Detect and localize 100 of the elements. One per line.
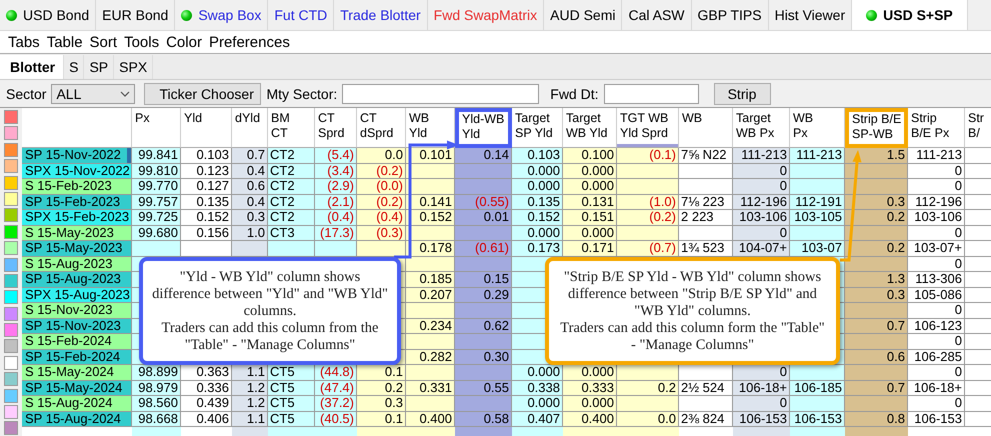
color-swatch[interactable] — [4, 258, 18, 272]
row-label[interactable]: SP 15-Aug-2024 — [22, 412, 132, 427]
color-swatch[interactable] — [4, 339, 18, 354]
column-header[interactable]: CT dSprd — [357, 108, 406, 148]
column-header[interactable]: dYld — [232, 108, 268, 148]
color-swatch[interactable] — [4, 323, 18, 338]
row-label[interactable]: SPX 15-Nov-2022 — [22, 164, 132, 179]
table-cell — [406, 365, 455, 380]
menu-item[interactable]: Tabs — [8, 34, 40, 50]
color-swatch[interactable] — [4, 274, 18, 288]
color-swatch[interactable] — [4, 176, 18, 190]
sector-dropdown[interactable]: ALL — [51, 84, 136, 104]
ticker-chooser-button[interactable]: Ticker Chooser — [144, 82, 262, 104]
row-label[interactable]: SPX 15-Feb-2023 — [22, 210, 132, 226]
table-cell: 0.152 — [512, 210, 563, 226]
color-swatch[interactable] — [4, 372, 18, 386]
table-cell: (2.1) — [315, 194, 357, 210]
color-swatch[interactable] — [4, 421, 18, 436]
color-swatch[interactable] — [4, 405, 18, 420]
table-cell: 0.123 — [181, 164, 232, 179]
table-cell — [455, 226, 512, 241]
row-label[interactable]: S 15-Aug-2023 — [22, 256, 132, 272]
table-cell: 103-07 — [790, 241, 845, 256]
row-label[interactable]: SPX 15-Aug-2023 — [22, 288, 132, 303]
menu-item[interactable]: Table — [46, 34, 83, 50]
table-cell: 0.6 — [232, 179, 268, 194]
tab[interactable]: USD S+SP — [852, 0, 968, 30]
row-label[interactable]: SP 15-May-2024 — [22, 380, 132, 396]
table-cell — [617, 365, 679, 380]
menu-item[interactable]: Sort — [90, 34, 118, 50]
table-cell: 0.207 — [406, 288, 455, 303]
row-label[interactable]: SP 15-Aug-2023 — [22, 272, 132, 288]
column-header[interactable]: BM CT — [268, 108, 315, 148]
row-label[interactable]: S 15-Aug-2024 — [22, 396, 132, 412]
table-cell — [617, 164, 679, 179]
row-label[interactable]: SP 15-Feb-2024 — [22, 350, 132, 365]
column-header[interactable]: WB — [679, 108, 733, 148]
menu-item[interactable]: Tools — [124, 34, 160, 50]
table-cell: 0.336 — [181, 380, 232, 396]
column-header[interactable]: Target WB Yld — [563, 108, 617, 148]
table-cell: 113-306 — [908, 272, 965, 288]
table-cell: 99.810 — [132, 164, 181, 179]
color-swatch[interactable] — [4, 241, 18, 256]
field-label: Sector — [6, 86, 46, 102]
column-header[interactable]: Target WB Px — [733, 108, 790, 148]
table-cell: 0.0 — [357, 148, 406, 164]
row-label[interactable]: SP 15-May-2023 — [22, 241, 132, 256]
column-header[interactable]: Strip B/E SP-WB — [845, 108, 908, 148]
color-swatch[interactable] — [4, 356, 18, 370]
row-label[interactable]: S 15-Feb-2023 — [22, 179, 132, 194]
color-swatch[interactable] — [4, 110, 18, 124]
row-label[interactable]: SP 15-Nov-2023 — [22, 318, 132, 334]
table-cell: 0.4 — [232, 194, 268, 210]
color-swatch[interactable] — [4, 306, 18, 321]
mty-sector-field[interactable] — [342, 84, 540, 104]
table-cell: CT2 — [268, 210, 315, 226]
row-label[interactable]: S 15-May-2023 — [22, 226, 132, 241]
table-cell: 112-196 — [733, 194, 790, 210]
column-header[interactable]: Px — [132, 108, 181, 148]
row-label[interactable]: S 15-May-2024 — [22, 365, 132, 380]
color-swatch[interactable] — [4, 192, 18, 206]
color-swatch[interactable] — [4, 208, 18, 222]
strip-button[interactable]: Strip — [714, 82, 770, 104]
column-header[interactable]: CT Sprd — [315, 108, 357, 148]
row-label[interactable]: SP 15-Feb-2023 — [22, 194, 132, 210]
table-cell: (0.3) — [357, 226, 406, 241]
column-header[interactable]: TGT WB Yld Sprd — [617, 108, 679, 148]
row-label[interactable]: S 15-Nov-2023 — [22, 303, 132, 318]
color-swatch[interactable] — [4, 388, 18, 403]
menu-item[interactable]: Color — [166, 34, 202, 50]
column-header[interactable]: WB Px — [790, 108, 845, 148]
table-cell: 99.757 — [132, 194, 181, 210]
tab[interactable]: Blotter — [0, 55, 64, 79]
table-cell: (0.2) — [357, 194, 406, 210]
column-header[interactable]: Yld — [181, 108, 232, 148]
column-header[interactable]: Yld-WB Yld — [455, 108, 512, 148]
table-cell: CT5 — [268, 396, 315, 412]
color-swatch[interactable] — [4, 224, 18, 239]
table-cell: 0.3 — [845, 288, 908, 303]
column-header[interactable]: Target SP Yld — [512, 108, 563, 148]
table-cell: 0.2 — [845, 241, 908, 256]
color-swatch[interactable] — [4, 159, 18, 174]
menu-item[interactable]: Preferences — [208, 34, 290, 50]
table-cell: (17.3) — [315, 226, 357, 241]
column-header[interactable]: Strip B/E Px — [908, 108, 965, 148]
color-swatch[interactable] — [4, 142, 18, 157]
table-cell: 0 — [733, 396, 790, 412]
table-cell: 106-153 — [733, 412, 790, 427]
fwd-date-field[interactable] — [604, 84, 698, 104]
table-cell: 0 — [733, 226, 790, 241]
chevron-down-icon — [120, 90, 130, 96]
column-header[interactable]: WB Yld — [406, 108, 455, 148]
table-cell: 0 — [908, 164, 965, 179]
color-swatch[interactable] — [4, 290, 18, 304]
color-swatch[interactable] — [4, 126, 18, 140]
row-label[interactable]: S 15-Feb-2024 — [22, 334, 132, 350]
table-cell: 0.1 — [357, 365, 406, 380]
table-cell: CT3 — [268, 226, 315, 241]
row-label[interactable]: SP 15-Nov-2022 — [22, 148, 132, 164]
table-cell: 0.282 — [406, 350, 455, 365]
